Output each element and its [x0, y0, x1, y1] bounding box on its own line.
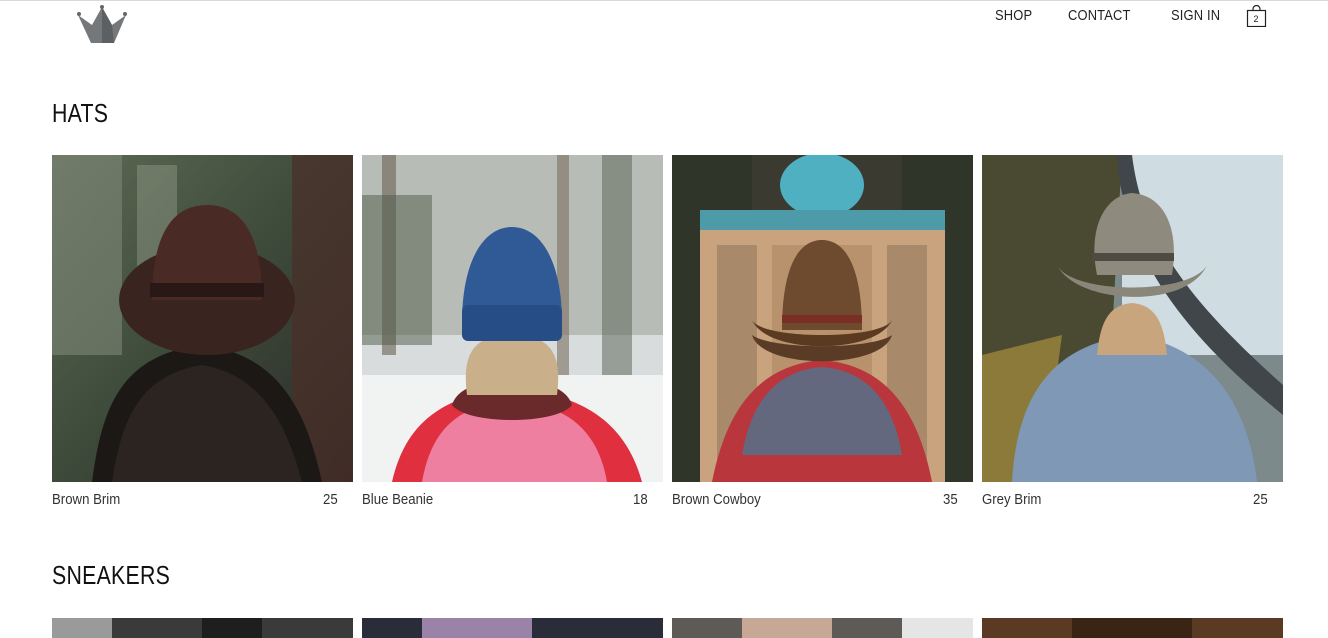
product-price: 35: [943, 491, 958, 508]
section-title-hats: HATS: [52, 98, 109, 128]
product-image[interactable]: [672, 618, 973, 638]
product-image[interactable]: [52, 155, 353, 482]
product-meta: Blue Beanie 18: [362, 491, 663, 508]
product-card[interactable]: [672, 618, 973, 638]
product-meta: Grey Brim 25: [982, 491, 1283, 508]
sneakers-grid: [52, 618, 1283, 638]
product-image[interactable]: [52, 618, 353, 638]
product-image[interactable]: [672, 155, 973, 482]
product-image[interactable]: [362, 618, 663, 638]
section-title-sneakers: SNEAKERS: [52, 560, 171, 590]
product-meta: Brown Brim 25: [52, 491, 353, 508]
hats-grid: Brown Brim 25 Blue Beanie 18 Brown Cowbo…: [52, 155, 1283, 508]
product-card[interactable]: Brown Brim 25: [52, 155, 353, 508]
product-price: 25: [323, 491, 338, 508]
crown-logo-icon[interactable]: [76, 3, 128, 45]
product-image[interactable]: [362, 155, 663, 482]
nav-shop-link[interactable]: SHOP: [995, 7, 1032, 25]
product-name: Brown Brim: [52, 491, 121, 508]
product-card[interactable]: [982, 618, 1283, 638]
product-card[interactable]: Brown Cowboy 35: [672, 155, 973, 508]
product-image[interactable]: [982, 155, 1283, 482]
nav-contact-link[interactable]: CONTACT: [1068, 7, 1131, 25]
product-price: 25: [1253, 491, 1268, 508]
product-card[interactable]: Blue Beanie 18: [362, 155, 663, 508]
shopping-bag-icon[interactable]: 2: [1246, 5, 1268, 27]
main-nav: SHOP CONTACT SIGN IN 2: [965, 5, 1268, 27]
product-card[interactable]: [362, 618, 663, 638]
product-name: Grey Brim: [982, 491, 1042, 508]
product-price: 18: [633, 491, 648, 508]
product-card[interactable]: Grey Brim 25: [982, 155, 1283, 508]
product-meta: Brown Cowboy 35: [672, 491, 973, 508]
product-card[interactable]: [52, 618, 353, 638]
product-name: Brown Cowboy: [672, 491, 761, 508]
cart-count: 2: [1253, 14, 1259, 24]
product-image[interactable]: [982, 618, 1283, 638]
product-name: Blue Beanie: [362, 491, 434, 508]
nav-sign-in-link[interactable]: SIGN IN: [1171, 7, 1220, 25]
